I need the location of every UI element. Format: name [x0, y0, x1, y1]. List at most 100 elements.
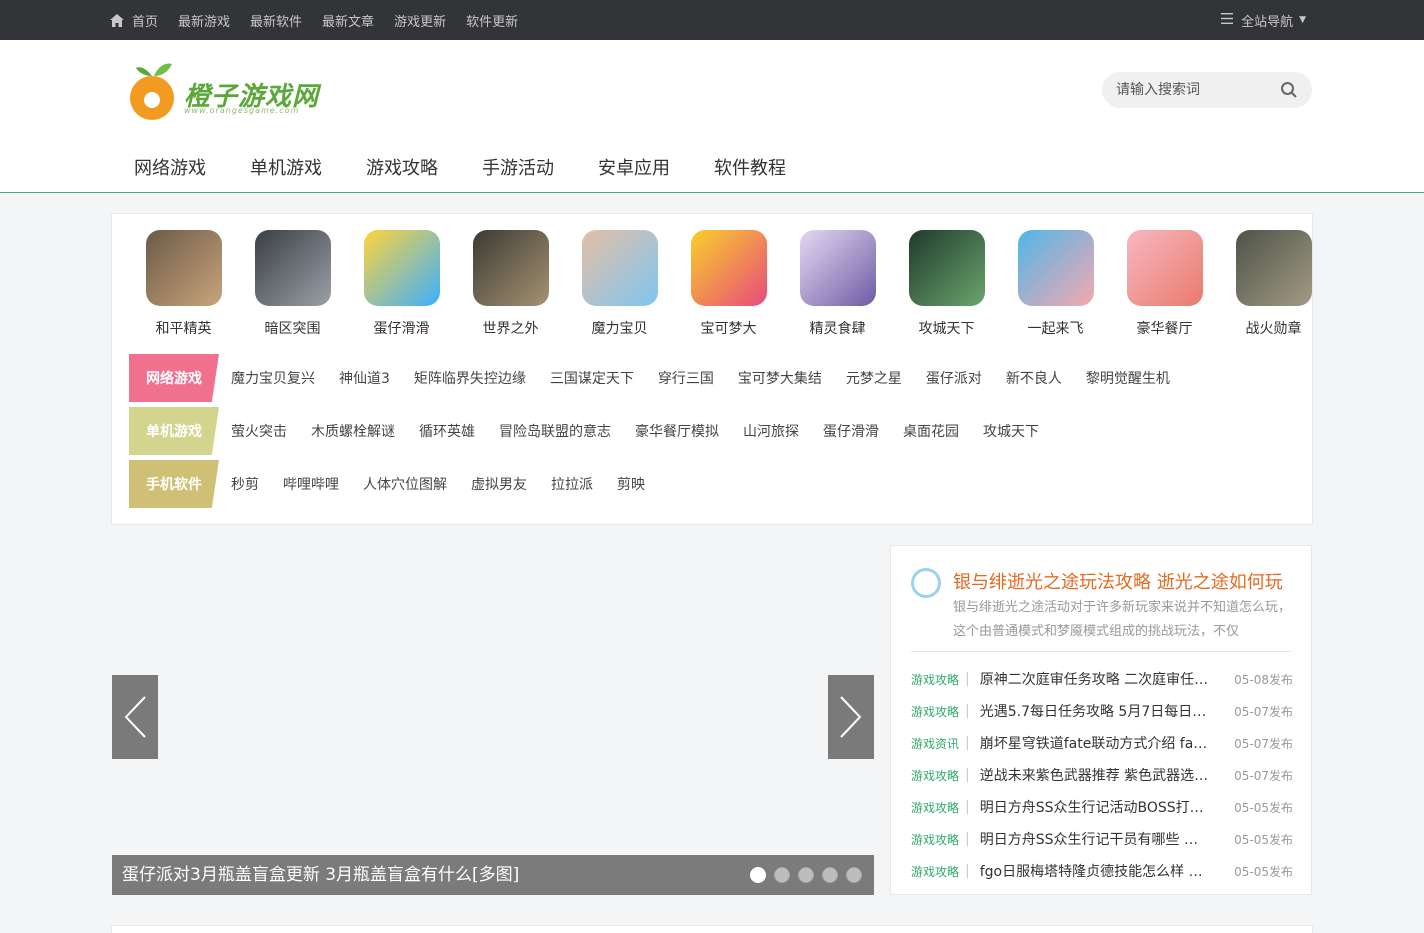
news-item[interactable]: 游戏攻略| 明日方舟SS众生行记干员有哪些 新干员一览 05-05发布 — [911, 823, 1293, 855]
game-icon-item[interactable]: 蛋仔滑滑 — [347, 230, 456, 338]
tag-link[interactable]: 新不良人 — [1006, 368, 1062, 388]
news-item[interactable]: 游戏攻略| 光遇5.7每日任务攻略 5月7日每日任务怎么做 05-07发布 — [911, 695, 1293, 727]
news-item-separator: | — [965, 863, 970, 879]
slider-dot[interactable] — [846, 867, 862, 883]
top-link-new-games[interactable]: 最新游戏 — [178, 11, 230, 30]
game-icon-name: 豪华餐厅 — [1136, 321, 1193, 337]
top-link-software-updates[interactable]: 软件更新 — [466, 11, 518, 30]
slider-caption[interactable]: 蛋仔派对3月瓶盖盲盒更新 3月瓶盖盲盒有什么[多图] — [112, 855, 874, 895]
tag-row-mobile-software: 手机软件 秒剪 哔哩哔哩 人体穴位图解 虚拟男友 拉拉派 剪映 — [129, 460, 669, 508]
main-nav-tutorials[interactable]: 软件教程 — [714, 154, 786, 180]
news-item-category[interactable]: 游戏攻略 — [911, 799, 965, 816]
top-link-new-articles[interactable]: 最新文章 — [322, 11, 374, 30]
tag-link[interactable]: 神仙道3 — [339, 368, 390, 388]
site-nav-toggle[interactable]: 全站导航 ▼ — [1221, 0, 1306, 40]
slider-prev-button[interactable] — [112, 675, 158, 759]
news-item-category[interactable]: 游戏攻略 — [911, 831, 965, 848]
category-tag[interactable]: 单机游戏 — [129, 407, 219, 455]
tag-link[interactable]: 魔力宝贝复兴 — [231, 368, 315, 388]
tag-link[interactable]: 木质螺栓解谜 — [311, 421, 395, 441]
top-link-game-updates[interactable]: 游戏更新 — [394, 11, 446, 30]
site-logo[interactable]: 橙子游戏网 www.orangesgame.com — [126, 60, 326, 122]
tag-link[interactable]: 宝可梦大集结 — [738, 368, 822, 388]
tag-link[interactable]: 哔哩哔哩 — [283, 474, 339, 494]
game-icon-image — [799, 230, 876, 306]
tag-link[interactable]: 秒剪 — [231, 474, 259, 494]
search-icon[interactable] — [1280, 81, 1298, 99]
news-item[interactable]: 游戏攻略| fgo日服梅塔特隆贞德技能怎么样 技能介绍 05-05发布 — [911, 855, 1293, 887]
slider-next-button[interactable] — [828, 675, 874, 759]
tag-link[interactable]: 攻城天下 — [983, 421, 1039, 441]
slider-dot[interactable] — [750, 867, 766, 883]
news-item-title[interactable]: 光遇5.7每日任务攻略 5月7日每日任务怎么做 — [980, 701, 1212, 721]
game-icon-name: 和平精英 — [155, 321, 212, 337]
news-item-category[interactable]: 游戏攻略 — [911, 703, 965, 720]
game-icon-item[interactable]: 魔力宝贝 — [565, 230, 674, 338]
tag-links: 魔力宝贝复兴 神仙道3 矩阵临界失控边缘 三国谋定天下 穿行三国 宝可梦大集结 元梦之星 蛋仔… — [231, 368, 1194, 388]
game-icon-image — [254, 230, 331, 306]
main-nav-guides[interactable]: 游戏攻略 — [366, 154, 438, 180]
news-item-category[interactable]: 游戏资讯 — [911, 735, 965, 752]
main-nav-online-games[interactable]: 网络游戏 — [134, 154, 206, 180]
game-icon-image — [472, 230, 549, 306]
tag-link[interactable]: 拉拉派 — [551, 474, 593, 494]
top-link-new-software[interactable]: 最新软件 — [250, 11, 302, 30]
tag-link[interactable]: 桌面花园 — [903, 421, 959, 441]
category-tag[interactable]: 手机软件 — [129, 460, 219, 508]
tag-link[interactable]: 萤火突击 — [231, 421, 287, 441]
tag-link[interactable]: 山河旅探 — [743, 421, 799, 441]
tag-link[interactable]: 人体穴位图解 — [363, 474, 447, 494]
game-icon-item[interactable]: 一起来飞 — [1001, 230, 1110, 338]
search-input[interactable] — [1116, 72, 1276, 108]
tag-link[interactable]: 穿行三国 — [658, 368, 714, 388]
main-nav-android-apps[interactable]: 安卓应用 — [598, 154, 670, 180]
site-nav-label: 全站导航 — [1241, 14, 1294, 30]
game-icon-item[interactable]: 精灵食肆 — [783, 230, 892, 338]
tag-row-single-games: 单机游戏 萤火突击 木质螺栓解谜 循环英雄 冒险岛联盟的意志 豪华餐厅模拟 山河旅探 蛋仔滑滑… — [129, 407, 1063, 455]
news-item-category[interactable]: 游戏攻略 — [911, 671, 965, 688]
game-icon-item[interactable]: 宝可梦大 — [674, 230, 783, 338]
news-headline[interactable]: 银与绯逝光之途玩法攻略 逝光之途如何玩 — [953, 568, 1283, 594]
chevron-right-icon — [840, 696, 862, 738]
news-item[interactable]: 游戏攻略| 原神二次庭审任务攻略 二次庭审任务怎么完成 05-08发布 — [911, 663, 1293, 695]
tag-link[interactable]: 循环英雄 — [419, 421, 475, 441]
tag-link[interactable]: 冒险岛联盟的意志 — [499, 421, 611, 441]
game-icon-item[interactable]: 战火勋章 — [1219, 230, 1328, 338]
tag-link[interactable]: 矩阵临界失控边缘 — [414, 368, 526, 388]
news-item-title[interactable]: 崩坏星穹铁道fate联动方式介绍 fate联动内容 — [980, 733, 1212, 753]
game-icon-item[interactable]: 暗区突围 — [238, 230, 347, 338]
tag-row-online-games: 网络游戏 魔力宝贝复兴 神仙道3 矩阵临界失控边缘 三国谋定天下 穿行三国 宝可梦大集结 元梦… — [129, 354, 1194, 402]
tag-link[interactable]: 黎明觉醒生机 — [1086, 368, 1170, 388]
news-item-category[interactable]: 游戏攻略 — [911, 863, 965, 880]
tag-link[interactable]: 虚拟男友 — [471, 474, 527, 494]
main-nav-events[interactable]: 手游活动 — [482, 154, 554, 180]
news-item-title[interactable]: fgo日服梅塔特隆贞德技能怎么样 技能介绍 — [980, 861, 1212, 881]
game-icon-item[interactable]: 世界之外 — [456, 230, 565, 338]
tag-link[interactable]: 元梦之星 — [846, 368, 902, 388]
news-item-title[interactable]: 原神二次庭审任务攻略 二次庭审任务怎么完成 — [980, 669, 1212, 689]
image-slider[interactable]: 蛋仔派对3月瓶盖盲盒更新 3月瓶盖盲盒有什么[多图] — [111, 545, 874, 895]
slider-dot[interactable] — [774, 867, 790, 883]
main-nav-single-games[interactable]: 单机游戏 — [250, 154, 322, 180]
header: 橙子游戏网 www.orangesgame.com 网络游戏 单机游戏 游戏攻略… — [0, 40, 1424, 193]
tag-link[interactable]: 剪映 — [617, 474, 645, 494]
game-icon-item[interactable]: 和平精英 — [129, 230, 238, 338]
top-link-home[interactable]: 首页 — [110, 11, 158, 30]
slider-dot[interactable] — [798, 867, 814, 883]
news-item-title[interactable]: 逆战未来紫色武器推荐 紫色武器选哪个好 — [980, 765, 1212, 785]
category-tag[interactable]: 网络游戏 — [129, 354, 219, 402]
game-icon-item[interactable]: 攻城天下 — [892, 230, 1001, 338]
news-item-category[interactable]: 游戏攻略 — [911, 767, 965, 784]
tag-link[interactable]: 豪华餐厅模拟 — [635, 421, 719, 441]
news-item-title[interactable]: 明日方舟SS众生行记活动BOSS打法攻略 — [980, 797, 1212, 817]
news-item[interactable]: 游戏资讯| 崩坏星穹铁道fate联动方式介绍 fate联动内容 05-07发布 — [911, 727, 1293, 759]
game-icon-item[interactable]: 豪华餐厅 — [1110, 230, 1219, 338]
news-item[interactable]: 游戏攻略 | 明日方舟SS众生行记活动BOSS打法攻略 05-05发布 — [911, 791, 1293, 823]
tag-link[interactable]: 蛋仔派对 — [926, 368, 982, 388]
slider-dot[interactable] — [822, 867, 838, 883]
tag-link[interactable]: 三国谋定天下 — [550, 368, 634, 388]
tag-link[interactable]: 蛋仔滑滑 — [823, 421, 879, 441]
news-item[interactable]: 游戏攻略 | 逆战未来紫色武器推荐 紫色武器选哪个好 05-07发布 — [911, 759, 1293, 791]
news-item-title[interactable]: 明日方舟SS众生行记干员有哪些 新干员一览 — [980, 829, 1212, 849]
news-item-date: 05-08发布 — [1234, 672, 1293, 687]
